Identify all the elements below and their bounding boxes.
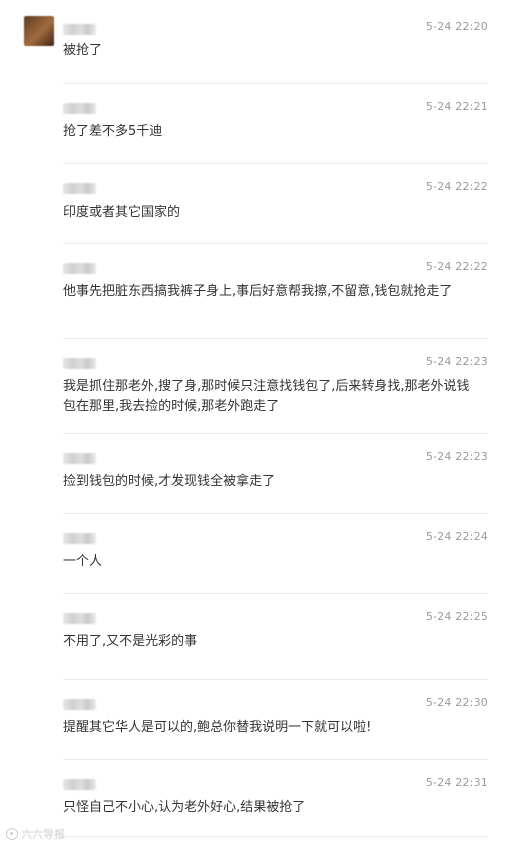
- username-blurred: [63, 699, 96, 710]
- username-blurred: [63, 358, 96, 369]
- comment-text: 不用了,又不是光彩的事: [63, 634, 198, 649]
- comment-text: 印度或者其它国家的: [63, 205, 181, 220]
- comment-text: 被抢了: [63, 43, 103, 58]
- timestamp: 5-24 22:31: [425, 776, 488, 789]
- timestamp: 5-24 22:24: [425, 530, 488, 543]
- username-blurred: [63, 613, 96, 624]
- comment-item: 5-24 22:20 被抢了: [0, 0, 512, 84]
- comment-item: 5-24 22:23 捡到钱包的时候,才发现钱全被拿走了: [0, 434, 512, 514]
- comment-text: 他事先把脏东西搞我裤子身上,事后好意帮我擦,不留意,钱包就抢走了: [63, 284, 453, 299]
- comment-text: 提醒其它华人是可以的,鲍总你替我说明一下就可以啦!: [63, 720, 372, 735]
- timestamp: 5-24 22:23: [425, 450, 488, 463]
- watermark-text: 六六导报: [21, 828, 65, 841]
- comment-item: 5-24 22:21 抢了差不多5千迪: [0, 84, 512, 164]
- comment-item: 5-24 22:30 提醒其它华人是可以的,鲍总你替我说明一下就可以啦!: [0, 680, 512, 760]
- comment-item: 5-24 22:25 不用了,又不是光彩的事: [0, 594, 512, 680]
- timestamp: 5-24 22:20: [425, 20, 488, 33]
- username-blurred: [63, 453, 96, 464]
- timestamp: 5-24 22:22: [425, 180, 488, 193]
- comment-item: 5-24 22:23 我是抓住那老外,搜了身,那时候只注意找钱包了,后来转身找,…: [0, 339, 512, 434]
- timestamp: 5-24 22:23: [425, 355, 488, 368]
- comment-item: 5-24 22:22 印度或者其它国家的: [0, 164, 512, 244]
- comment-text: 一个人: [63, 554, 103, 569]
- username-blurred: [63, 263, 96, 274]
- watermark-logo-icon: [6, 828, 18, 840]
- comment-item: 5-24 22:22 他事先把脏东西搞我裤子身上,事后好意帮我擦,不留意,钱包就…: [0, 244, 512, 339]
- comment-item: 5-24 22:24 一个人: [0, 514, 512, 594]
- comment-text: 捡到钱包的时候,才发现钱全被拿走了: [63, 474, 276, 489]
- timestamp: 5-24 22:25: [425, 610, 488, 623]
- comment-text: 只怪自己不小心,认为老外好心,结果被抢了: [63, 800, 306, 815]
- watermark: 六六导报: [6, 826, 65, 842]
- timestamp: 5-24 22:30: [425, 696, 488, 709]
- avatar[interactable]: [24, 16, 54, 46]
- username-blurred: [63, 779, 96, 790]
- username-blurred: [63, 183, 96, 194]
- comment-text: 抢了差不多5千迪: [63, 124, 163, 139]
- comment-text: 我是抓住那老外,搜了身,那时候只注意找钱包了,后来转身找,那老外说钱包在那里,我…: [63, 379, 470, 414]
- timestamp: 5-24 22:22: [425, 260, 488, 273]
- username-blurred: [63, 24, 96, 35]
- timestamp: 5-24 22:21: [425, 100, 488, 113]
- username-blurred: [63, 103, 96, 114]
- comment-item: 5-24 22:31 只怪自己不小心,认为老外好心,结果被抢了: [0, 760, 512, 840]
- username-blurred: [63, 533, 96, 544]
- divider: [63, 836, 488, 837]
